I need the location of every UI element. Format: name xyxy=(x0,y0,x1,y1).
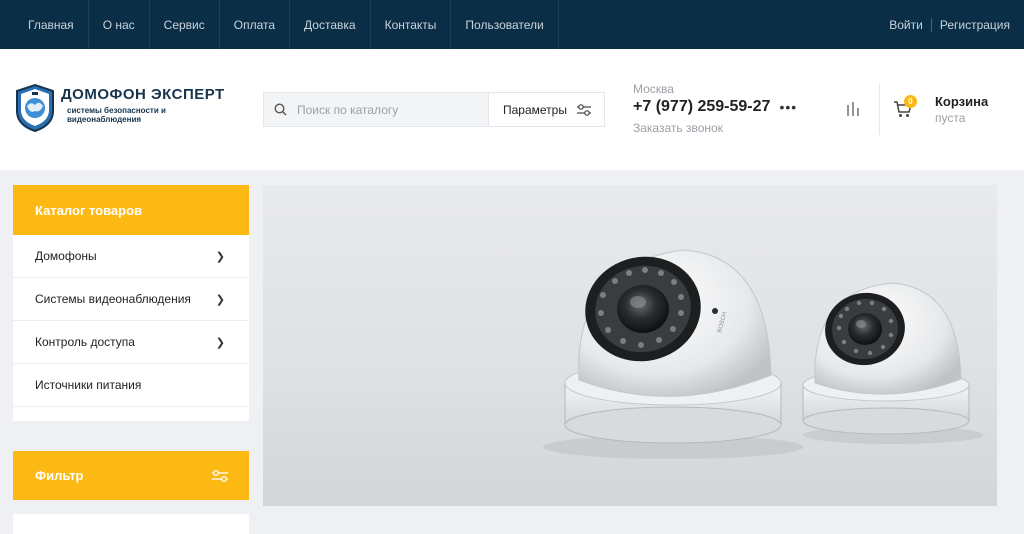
nav-item-contacts[interactable]: Контакты xyxy=(371,0,452,49)
catalog-list: Домофоны ❯ Системы видеонаблюдения ❯ Кон… xyxy=(13,235,249,421)
filter-header[interactable]: Фильтр xyxy=(13,451,249,500)
nav-item-service[interactable]: Сервис xyxy=(150,0,220,49)
header-divider xyxy=(879,83,880,135)
phone-number[interactable]: +7 (977) 259-59-27 xyxy=(633,98,770,116)
catalog-item-label: Домофоны xyxy=(35,249,97,263)
filter-title: Фильтр xyxy=(35,468,84,483)
phone-row: +7 (977) 259-59-27 ••• xyxy=(633,98,797,116)
filter-icon xyxy=(212,469,228,482)
register-link[interactable]: Регистрация xyxy=(940,18,1010,32)
search-icon[interactable] xyxy=(274,103,287,116)
chevron-right-icon: ❯ xyxy=(215,336,225,349)
chevron-right-icon: ❯ xyxy=(215,293,225,306)
logo-shield-icon xyxy=(16,83,54,133)
sidebar: Каталог товаров Домофоны ❯ Системы видео… xyxy=(13,185,249,534)
logo-subtitle: системы безопасности и видеонаблюдения xyxy=(67,106,225,124)
catalog-item-video-surveillance[interactable]: Системы видеонаблюдения ❯ xyxy=(13,278,249,321)
logo-subtitle-line2: видеонаблюдения xyxy=(67,115,142,124)
search-input[interactable] xyxy=(297,102,467,117)
catalog-list-footer xyxy=(13,407,249,421)
nav-item-users[interactable]: Пользователи xyxy=(451,0,559,49)
nav-item-payment[interactable]: Оплата xyxy=(220,0,291,49)
more-dots-icon[interactable]: ••• xyxy=(779,99,797,115)
site-logo[interactable]: ДОМОФОН ЭКСПЕРТ системы безопасности и в… xyxy=(13,83,225,133)
logo-text: ДОМОФОН ЭКСПЕРТ системы безопасности и в… xyxy=(61,86,225,124)
search-params-label: Параметры xyxy=(503,102,567,117)
filter-panel xyxy=(13,514,249,534)
nav-item-delivery[interactable]: Доставка xyxy=(290,0,371,49)
cart-icon-wrap: 0 xyxy=(893,95,917,122)
auth-divider xyxy=(930,17,932,32)
top-nav-menu: Главная О нас Сервис Оплата Доставка Кон… xyxy=(14,0,559,49)
dome-cameras-image: BOSCH xyxy=(543,249,983,459)
cart-count-badge: 0 xyxy=(904,95,917,108)
catalog-item-access-control[interactable]: Контроль доступа ❯ xyxy=(13,321,249,364)
catalog-item-label: Источники питания xyxy=(35,378,142,392)
catalog-item-label: Контроль доступа xyxy=(35,335,135,349)
auth-links: Войти Регистрация xyxy=(889,17,1010,32)
logo-title: ДОМОФОН ЭКСПЕРТ xyxy=(61,86,225,103)
callback-link[interactable]: Заказать звонок xyxy=(633,121,797,135)
catalog-item-intercoms[interactable]: Домофоны ❯ xyxy=(13,235,249,278)
site-header: ДОМОФОН ЭКСПЕРТ системы безопасности и в… xyxy=(0,49,1024,170)
nav-item-home[interactable]: Главная xyxy=(14,0,89,49)
nav-item-about[interactable]: О нас xyxy=(89,0,150,49)
catalog-item-label: Системы видеонаблюдения xyxy=(35,292,191,306)
login-link[interactable]: Войти xyxy=(889,18,923,32)
search-params-button[interactable]: Параметры xyxy=(488,93,604,126)
catalog-header[interactable]: Каталог товаров xyxy=(13,185,249,235)
chevron-right-icon: ❯ xyxy=(215,250,225,263)
search-input-wrap xyxy=(264,93,488,126)
cart-widget[interactable]: 0 Корзина пуста xyxy=(893,94,988,125)
top-nav: Главная О нас Сервис Оплата Доставка Кон… xyxy=(0,0,1024,49)
hero-banner[interactable]: BOSCH xyxy=(263,185,997,506)
city-label: Москва xyxy=(633,82,674,96)
cart-text: Корзина пуста xyxy=(935,94,988,125)
cart-title: Корзина xyxy=(935,94,989,109)
search-bar: Параметры xyxy=(263,92,605,127)
logo-subtitle-line1: системы безопасности и xyxy=(67,106,166,115)
catalog-item-power-supplies[interactable]: Источники питания xyxy=(13,364,249,407)
sliders-icon xyxy=(577,103,591,116)
compare-icon[interactable] xyxy=(845,101,861,117)
contact-block: Москва +7 (977) 259-59-27 ••• Заказать з… xyxy=(633,82,797,135)
cart-status: пуста xyxy=(935,111,966,125)
